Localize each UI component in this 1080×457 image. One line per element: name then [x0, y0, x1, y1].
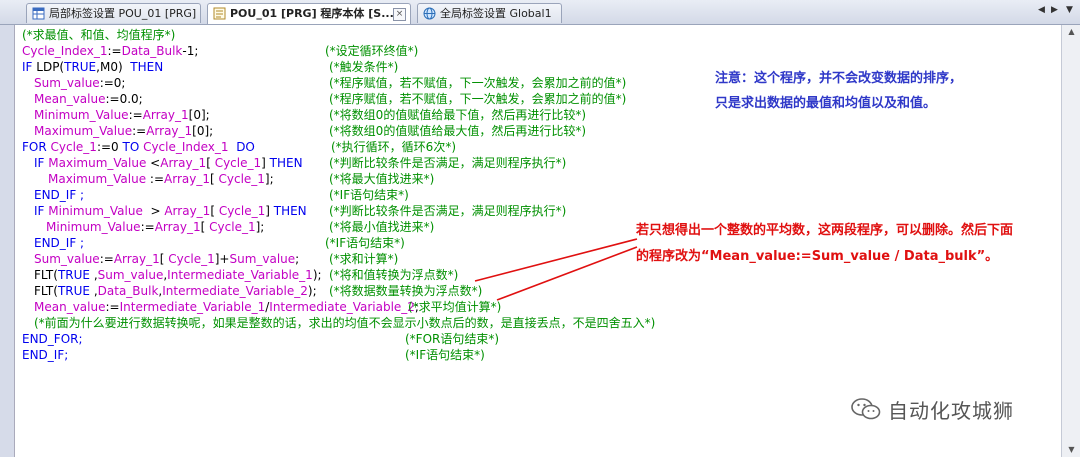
code-comment: (*将最小值找进来*): [329, 220, 435, 234]
watermark-text: 自动化攻城狮: [888, 399, 1014, 423]
tab-local-labels[interactable]: 局部标签设置 POU_01 [PRG]: [26, 3, 201, 23]
code-comment: (*将数组0的值赋值给最下值，然后再进行比较*): [329, 108, 586, 122]
close-icon[interactable]: ×: [393, 8, 406, 21]
code-line: Maximum_Value:=Array_1[0];: [34, 124, 214, 138]
code-line: Minimum_Value:=Array_1[0];: [34, 108, 210, 122]
code-line: Cycle_Index_1:=Data_Bulk-1;: [22, 44, 199, 58]
tab-label: 局部标签设置 POU_01 [PRG]: [49, 7, 197, 20]
tab-global-labels[interactable]: 全局标签设置 Global1: [417, 3, 562, 23]
code-comment: (*判断比较条件是否满足，满足则程序执行*): [329, 204, 567, 218]
code-comment: (*FOR语句结束*): [405, 332, 500, 346]
code-comment-line: (*求最值、和值、均值程序*): [22, 28, 176, 42]
note-blue-line2: 只是求出数据的最值和均值以及和值。: [715, 96, 937, 111]
code-comment: (*求和计算*): [329, 252, 399, 266]
arrow-line-1: [474, 238, 638, 282]
code-line: Minimum_Value:=Array_1[ Cycle_1];: [46, 220, 265, 234]
note-red-line2: 的程序改为“Mean_value:=Sum_value / Data_bulk”…: [636, 249, 999, 264]
code-line: FOR Cycle_1:=0 TO Cycle_Index_1 DO: [22, 140, 255, 154]
code-line: Mean_value:=0.0;: [34, 92, 143, 106]
code-line: Maximum_Value :=Array_1[ Cycle_1];: [48, 172, 274, 186]
code-comment: (*将最大值找进来*): [329, 172, 435, 186]
code-line: END_IF ;: [34, 188, 85, 202]
code-comment: (*将和值转换为浮点数*): [329, 268, 459, 282]
watermark: 自动化攻城狮: [850, 394, 1050, 424]
code-comment: (*IF语句结束*): [329, 188, 409, 202]
code-line: END_FOR;: [22, 332, 83, 346]
scroll-tabs-right-icon[interactable]: ▶: [1051, 5, 1058, 15]
code-comment: (*IF语句结束*): [405, 348, 485, 362]
code-line: FLT(TRUE ,Data_Bulk,Intermediate_Variabl…: [34, 284, 317, 298]
tab-program-body[interactable]: POU_01 [PRG] 程序本体 [S... ×: [207, 3, 411, 24]
tab-label: 全局标签设置 Global1: [440, 7, 552, 20]
code-comment: (*将数组0的值赋值给最大值，然后再进行比较*): [329, 124, 586, 138]
code-line: END_IF;: [22, 348, 69, 362]
tab-list-dropdown-icon[interactable]: ▼: [1066, 5, 1073, 15]
vertical-scrollbar[interactable]: ▲ ▼: [1061, 25, 1080, 457]
code-line: IF Maximum_Value <Array_1[ Cycle_1] THEN: [34, 156, 303, 170]
code-comment: (*程序赋值，若不赋值，下一次触发，会累加之前的值*): [329, 76, 627, 90]
arrow-line-2: [496, 246, 638, 301]
code-line: IF LDP(TRUE,M0) THEN: [22, 60, 164, 74]
note-blue-line1: 注意：这个程序，并不会改变数据的排序，: [715, 71, 963, 86]
code-comment: (*IF语句结束*): [325, 236, 405, 250]
code-comment: (*设定循环终值*): [325, 44, 419, 58]
label-table-icon: [32, 7, 45, 20]
scroll-tabs-left-icon[interactable]: ◀: [1038, 5, 1045, 15]
code-line: END_IF ;: [34, 236, 85, 250]
code-comment-line: (*前面为什么要进行数据转换呢，如果是整数的话，求出的均值不会显示小数点后的数，…: [34, 316, 656, 330]
code-line: Sum_value:=0;: [34, 76, 126, 90]
code-comment: (*将数据数量转换为浮点数*): [329, 284, 483, 298]
program-body-icon: [213, 7, 226, 20]
note-red-line1: 若只想得出一个整数的平均数，这两段程序，可以删除。然后下面: [636, 223, 1014, 238]
code-line: Sum_value:=Array_1[ Cycle_1]+Sum_value;: [34, 252, 300, 266]
code-comment: (*判断比较条件是否满足，满足则程序执行*): [329, 156, 567, 170]
tab-label: POU_01 [PRG] 程序本体 [S...: [230, 7, 394, 20]
wechat-icon: [851, 398, 881, 420]
code-comment: (*求平均值计算*): [408, 300, 502, 314]
tab-bar: 局部标签设置 POU_01 [PRG] POU_01 [PRG] 程序本体 [S…: [0, 0, 1080, 25]
code-line: Mean_value:=Intermediate_Variable_1/Inte…: [34, 300, 419, 314]
scroll-down-icon[interactable]: ▼: [1062, 443, 1080, 457]
code-comment: (*执行循环，循环6次*): [331, 140, 456, 154]
code-comment: (*程序赋值，若不赋值，下一次触发，会累加之前的值*): [329, 92, 627, 106]
code-comment: (*触发条件*): [329, 60, 399, 74]
globe-icon: [423, 7, 436, 20]
code-line: FLT(TRUE ,Sum_value,Intermediate_Variabl…: [34, 268, 322, 282]
code-line: IF Minimum_Value > Array_1[ Cycle_1] THE…: [34, 204, 307, 218]
code-editor[interactable]: (*求最值、和值、均值程序*) Cycle_Index_1:=Data_Bulk…: [14, 25, 1062, 457]
scroll-up-icon[interactable]: ▲: [1062, 25, 1080, 39]
